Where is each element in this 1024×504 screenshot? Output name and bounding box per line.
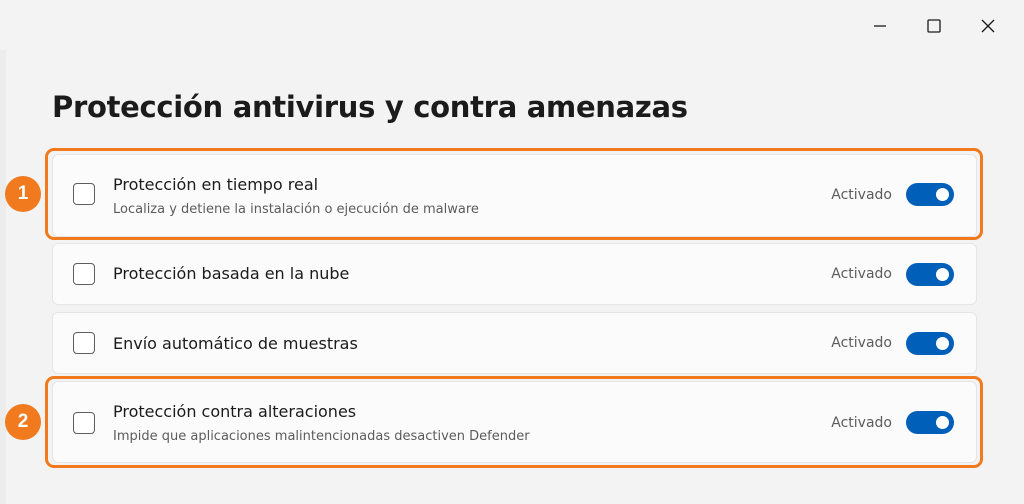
setting-state-label: Activado [831,187,892,203]
toggle-knob [936,188,949,201]
maximize-icon [927,19,941,33]
annotation-badge-1: 1 [5,176,41,212]
title-bar [0,0,1024,50]
minimize-button[interactable] [864,10,896,42]
setting-subtitle: Localiza y detiene la instalación o ejec… [113,202,479,217]
close-icon [981,19,995,33]
setting-state-label: Activado [831,335,892,351]
annotation-badge-2: 2 [5,404,41,440]
setting-title: Protección en tiempo real [113,175,319,194]
cloud-protection-checkbox[interactable] [73,263,95,285]
navigation-pane-edge [0,50,6,504]
close-button[interactable] [972,10,1004,42]
sample-submission-checkbox[interactable] [73,332,95,354]
setting-title: Protección contra alteraciones [113,402,357,421]
page-title: Protección antivirus y contra amenazas [52,90,688,124]
setting-title: Envío automático de muestras [113,334,358,353]
setting-card-tamper-protection: Protección contra alteraciones Impide qu… [52,381,977,463]
setting-state-label: Activado [831,415,892,431]
minimize-icon [874,25,886,27]
real-time-protection-toggle[interactable] [906,183,954,206]
tamper-protection-toggle[interactable] [906,411,954,434]
setting-card-real-time-protection: Protección en tiempo real Localiza y det… [52,154,977,237]
toggle-knob [936,337,949,350]
setting-card-cloud-protection: Protección basada en la nube Activado [52,243,977,305]
setting-state-label: Activado [831,266,892,282]
cloud-protection-toggle[interactable] [906,263,954,286]
toggle-knob [936,268,949,281]
setting-card-automatic-sample-submission: Envío automático de muestras Activado [52,312,977,374]
maximize-button[interactable] [918,10,950,42]
tamper-protection-checkbox[interactable] [73,412,95,434]
sample-submission-toggle[interactable] [906,332,954,355]
toggle-knob [936,416,949,429]
real-time-protection-checkbox[interactable] [73,183,95,205]
setting-subtitle: Impide que aplicaciones malintencionadas… [113,429,530,444]
setting-title: Protección basada en la nube [113,264,350,283]
settings-window: Protección antivirus y contra amenazas P… [0,0,1024,504]
